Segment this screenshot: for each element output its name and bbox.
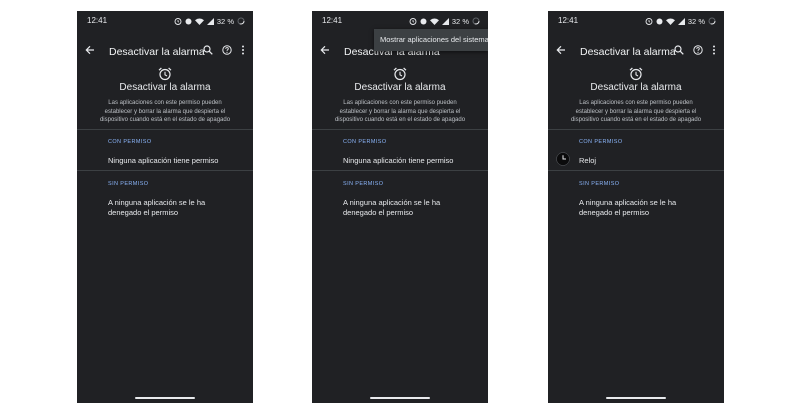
help-icon[interactable] — [693, 45, 703, 55]
alarm-clock-icon — [393, 67, 407, 81]
signal-icon — [441, 17, 449, 25]
section-header-allowed: CON PERMISO — [343, 139, 387, 145]
gesture-nav-handle[interactable] — [135, 397, 195, 399]
permission-description: Las aplicaciones con este permiso pueden… — [570, 100, 702, 123]
alarm-status-icon — [409, 18, 417, 25]
app-list-item-reloj[interactable]: Reloj — [579, 156, 596, 166]
notification-dot-icon — [656, 18, 663, 24]
battery-ring-icon — [708, 17, 716, 25]
divider — [548, 129, 724, 130]
denied-empty-item: A ninguna aplicación se le ha denegado e… — [579, 198, 677, 217]
denied-empty-item: A ninguna aplicación se le ha denegado e… — [343, 198, 441, 217]
page-title: Desactivar la alarma — [580, 46, 676, 58]
alarm-status-icon — [174, 18, 182, 25]
battery-ring-icon — [472, 17, 480, 25]
status-time: 12:41 — [558, 16, 579, 25]
gesture-nav-handle[interactable] — [606, 397, 666, 399]
section-header-allowed: CON PERMISO — [108, 139, 152, 145]
app-bar-actions — [674, 45, 716, 55]
notification-dot-icon — [420, 18, 427, 24]
header-title: Desactivar la alarma — [590, 82, 682, 93]
divider — [77, 170, 253, 171]
status-icons: 32 % — [645, 16, 716, 26]
permission-description: Las aplicaciones con este permiso pueden… — [334, 100, 466, 123]
back-arrow-icon[interactable] — [85, 45, 95, 55]
battery-percent: 32 % — [687, 16, 705, 26]
denied-empty-item: A ninguna aplicación se le ha denegado e… — [108, 198, 206, 217]
back-arrow-icon[interactable] — [556, 45, 566, 55]
alarm-status-icon — [645, 18, 653, 25]
status-time: 12:41 — [87, 16, 108, 25]
app-bar: Desactivar la alarma — [548, 37, 724, 65]
status-bar: 12:41 32 % — [548, 11, 724, 31]
status-time: 12:41 — [322, 16, 343, 25]
divider — [312, 129, 488, 130]
allowed-empty-item: Ninguna aplicación tiene permiso — [108, 156, 219, 165]
more-vert-icon[interactable] — [712, 45, 716, 55]
allowed-empty-item: Ninguna aplicación tiene permiso — [343, 156, 454, 165]
search-icon[interactable] — [203, 45, 213, 55]
app-bar-actions — [203, 45, 245, 55]
header-title: Desactivar la alarma — [119, 82, 211, 93]
gesture-nav-handle[interactable] — [370, 397, 430, 399]
notification-dot-icon — [185, 18, 192, 24]
header-title: Desactivar la alarma — [354, 82, 446, 93]
wifi-icon — [665, 18, 675, 25]
search-icon[interactable] — [674, 45, 684, 55]
signal-icon — [677, 17, 685, 25]
menu-item-show-system-apps[interactable]: Mostrar aplicaciones del sistema — [380, 35, 488, 44]
section-header-allowed: CON PERMISO — [579, 139, 623, 145]
signal-icon — [206, 17, 214, 25]
more-vert-icon[interactable] — [241, 45, 245, 55]
wifi-icon — [429, 18, 439, 25]
alarm-clock-icon — [629, 67, 643, 81]
page-title: Desactivar la alarma — [109, 46, 205, 58]
divider — [548, 170, 724, 171]
battery-percent: 32 % — [216, 16, 234, 26]
section-header-denied: SIN PERMISO — [579, 181, 620, 187]
app-bar: Desactivar la alarma — [77, 37, 253, 65]
status-bar: 12:41 32 % — [312, 11, 488, 31]
help-icon[interactable] — [222, 45, 232, 55]
wifi-icon — [194, 18, 204, 25]
divider — [77, 129, 253, 130]
permission-description: Las aplicaciones con este permiso pueden… — [99, 100, 231, 123]
battery-percent: 32 % — [451, 16, 469, 26]
status-icons: 32 % — [174, 16, 245, 26]
phone-screen-2: 12:41 32 % Desactivar la alarma Mostrar … — [312, 11, 488, 403]
divider — [312, 170, 488, 171]
overflow-menu: Mostrar aplicaciones del sistema — [374, 29, 488, 51]
status-bar: 12:41 32 % — [77, 11, 253, 31]
phone-screen-1: 12:41 32 % Desactivar la alarma Desactiv… — [77, 11, 253, 403]
back-arrow-icon[interactable] — [320, 45, 330, 55]
phone-screen-3: 12:41 32 % Desactivar la alarma Desactiv… — [548, 11, 724, 403]
status-icons: 32 % — [409, 16, 480, 26]
battery-ring-icon — [237, 17, 245, 25]
alarm-clock-icon — [158, 67, 172, 81]
section-header-denied: SIN PERMISO — [108, 181, 149, 187]
section-header-denied: SIN PERMISO — [343, 181, 384, 187]
clock-app-icon — [556, 152, 570, 166]
